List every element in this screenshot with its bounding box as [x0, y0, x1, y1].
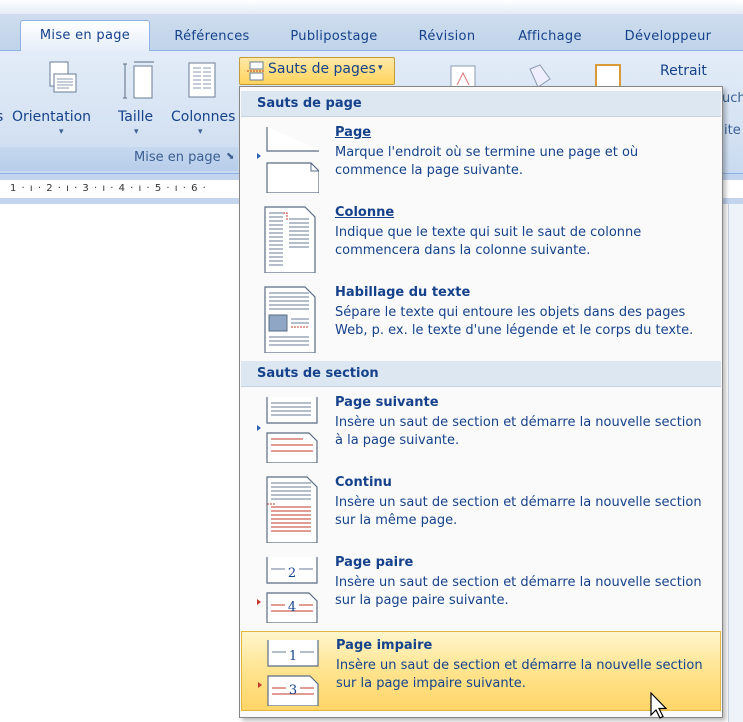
- columns-dropdown-arrow-icon[interactable]: ▾: [198, 127, 203, 137]
- svg-text:4: 4: [288, 600, 296, 615]
- tab-mise-en-page[interactable]: Mise en page: [20, 20, 150, 51]
- menu-section-page-breaks-header: Sauts de page: [241, 91, 721, 117]
- menu-section-section-breaks-header: Sauts de section: [241, 361, 721, 387]
- column-break-title: Colonne: [335, 205, 395, 220]
- odd-page-section-title: Page impaire: [336, 638, 433, 653]
- even-page-section-title: Page paire: [335, 555, 414, 570]
- page-break-description: Marque l'endroit où se termine une page …: [335, 145, 639, 178]
- orientation-icon: [49, 61, 77, 93]
- next-page-section-icon: [257, 397, 318, 463]
- orientation-dropdown-arrow-icon[interactable]: ▾: [59, 127, 64, 137]
- size-dropdown-arrow-icon[interactable]: ▾: [134, 127, 139, 137]
- svg-text:1: 1: [289, 649, 297, 664]
- next-page-section-description: Insère un saut de section et démarre la …: [335, 415, 702, 448]
- odd-page-section-description: Insère un saut de section et démarre la …: [336, 658, 703, 691]
- menu-item-page-break[interactable]: Page Marque l'endroit où se termine une …: [241, 119, 721, 199]
- breaks-dropdown-arrow-icon: ▾: [378, 63, 383, 73]
- svg-text:2: 2: [288, 566, 296, 581]
- tab-publipostage[interactable]: Publipostage: [276, 24, 392, 50]
- size-button[interactable]: Taille: [118, 109, 153, 125]
- tab-references[interactable]: Références: [160, 24, 264, 50]
- column-break-description: Indique que le texte qui suit le saut de…: [335, 225, 642, 258]
- svg-text:3: 3: [289, 683, 297, 698]
- mouse-cursor-icon: [650, 692, 668, 719]
- page-break-icon: [257, 127, 319, 193]
- title-bar-strip: [0, 0, 743, 14]
- continuous-section-icon: [266, 476, 318, 543]
- tab-revision[interactable]: Révision: [404, 24, 490, 50]
- text-wrapping-break-description: Sépare le texte qui entoure les objets d…: [335, 305, 694, 338]
- breaks-icon: [247, 61, 265, 81]
- menu-item-odd-page-section[interactable]: 1 3 Page impaire Insère un saut de secti…: [241, 631, 721, 711]
- columns-icon: [188, 62, 216, 98]
- document-right-margin: [728, 204, 743, 722]
- column-break-icon: [264, 206, 316, 273]
- odd-page-section-icon: 1 3: [258, 640, 319, 706]
- breaks-button-label: Sauts de pages: [268, 61, 376, 77]
- orientation-button[interactable]: Orientation: [12, 109, 91, 125]
- size-icon: [123, 61, 154, 99]
- tab-affichage[interactable]: Affichage: [502, 24, 598, 50]
- menu-item-next-page-section[interactable]: Page suivante Insère un saut de section …: [241, 389, 721, 469]
- tab-developpeur[interactable]: Développeur: [608, 24, 728, 50]
- breaks-button[interactable]: Sauts de pages ▾: [239, 57, 395, 85]
- indent-label: Retrait: [660, 63, 707, 79]
- even-page-section-description: Insère un saut de section et démarre la …: [335, 575, 702, 608]
- breaks-dropdown-menu: Sauts de page Page Marque l'endroit où s…: [239, 86, 723, 718]
- page-setup-group-label: Mise en page: [134, 150, 221, 165]
- menu-item-column-break[interactable]: Colonne Indique que le texte qui suit le…: [241, 199, 721, 279]
- page-break-title: Page: [335, 125, 372, 140]
- columns-button[interactable]: Colonnes: [171, 109, 235, 125]
- ruler-numbers: 1 · ı · 2 · ı · 3 · ı · 4 · ı · 5 · ı · …: [10, 183, 207, 194]
- even-page-section-icon: 2 4: [257, 557, 318, 623]
- orientation-prefix-clipped: s: [0, 109, 3, 125]
- ribbon-clipped-text-2: ite: [724, 123, 741, 138]
- next-page-section-title: Page suivante: [335, 395, 439, 410]
- ribbon-tab-row: Mise en page Références Publipostage Rév…: [0, 14, 743, 51]
- ribbon-clipped-text-1: uch: [722, 91, 743, 106]
- continuous-section-description: Insère un saut de section et démarre la …: [335, 495, 702, 528]
- text-wrap-break-icon: [264, 286, 316, 353]
- menu-item-continuous-section[interactable]: Continu Insère un saut de section et dém…: [241, 469, 721, 549]
- menu-item-text-wrapping-break[interactable]: Habillage du texte Sépare le texte qui e…: [241, 279, 721, 359]
- text-wrapping-break-title: Habillage du texte: [335, 285, 471, 300]
- page-setup-dialog-launcher-icon[interactable]: ⬊: [226, 151, 234, 162]
- menu-item-even-page-section[interactable]: 2 4 Page paire Insère un saut de section…: [241, 549, 721, 629]
- continuous-section-title: Continu: [335, 475, 392, 490]
- page-setup-group-label-bar: Mise en page ⬊: [0, 147, 238, 171]
